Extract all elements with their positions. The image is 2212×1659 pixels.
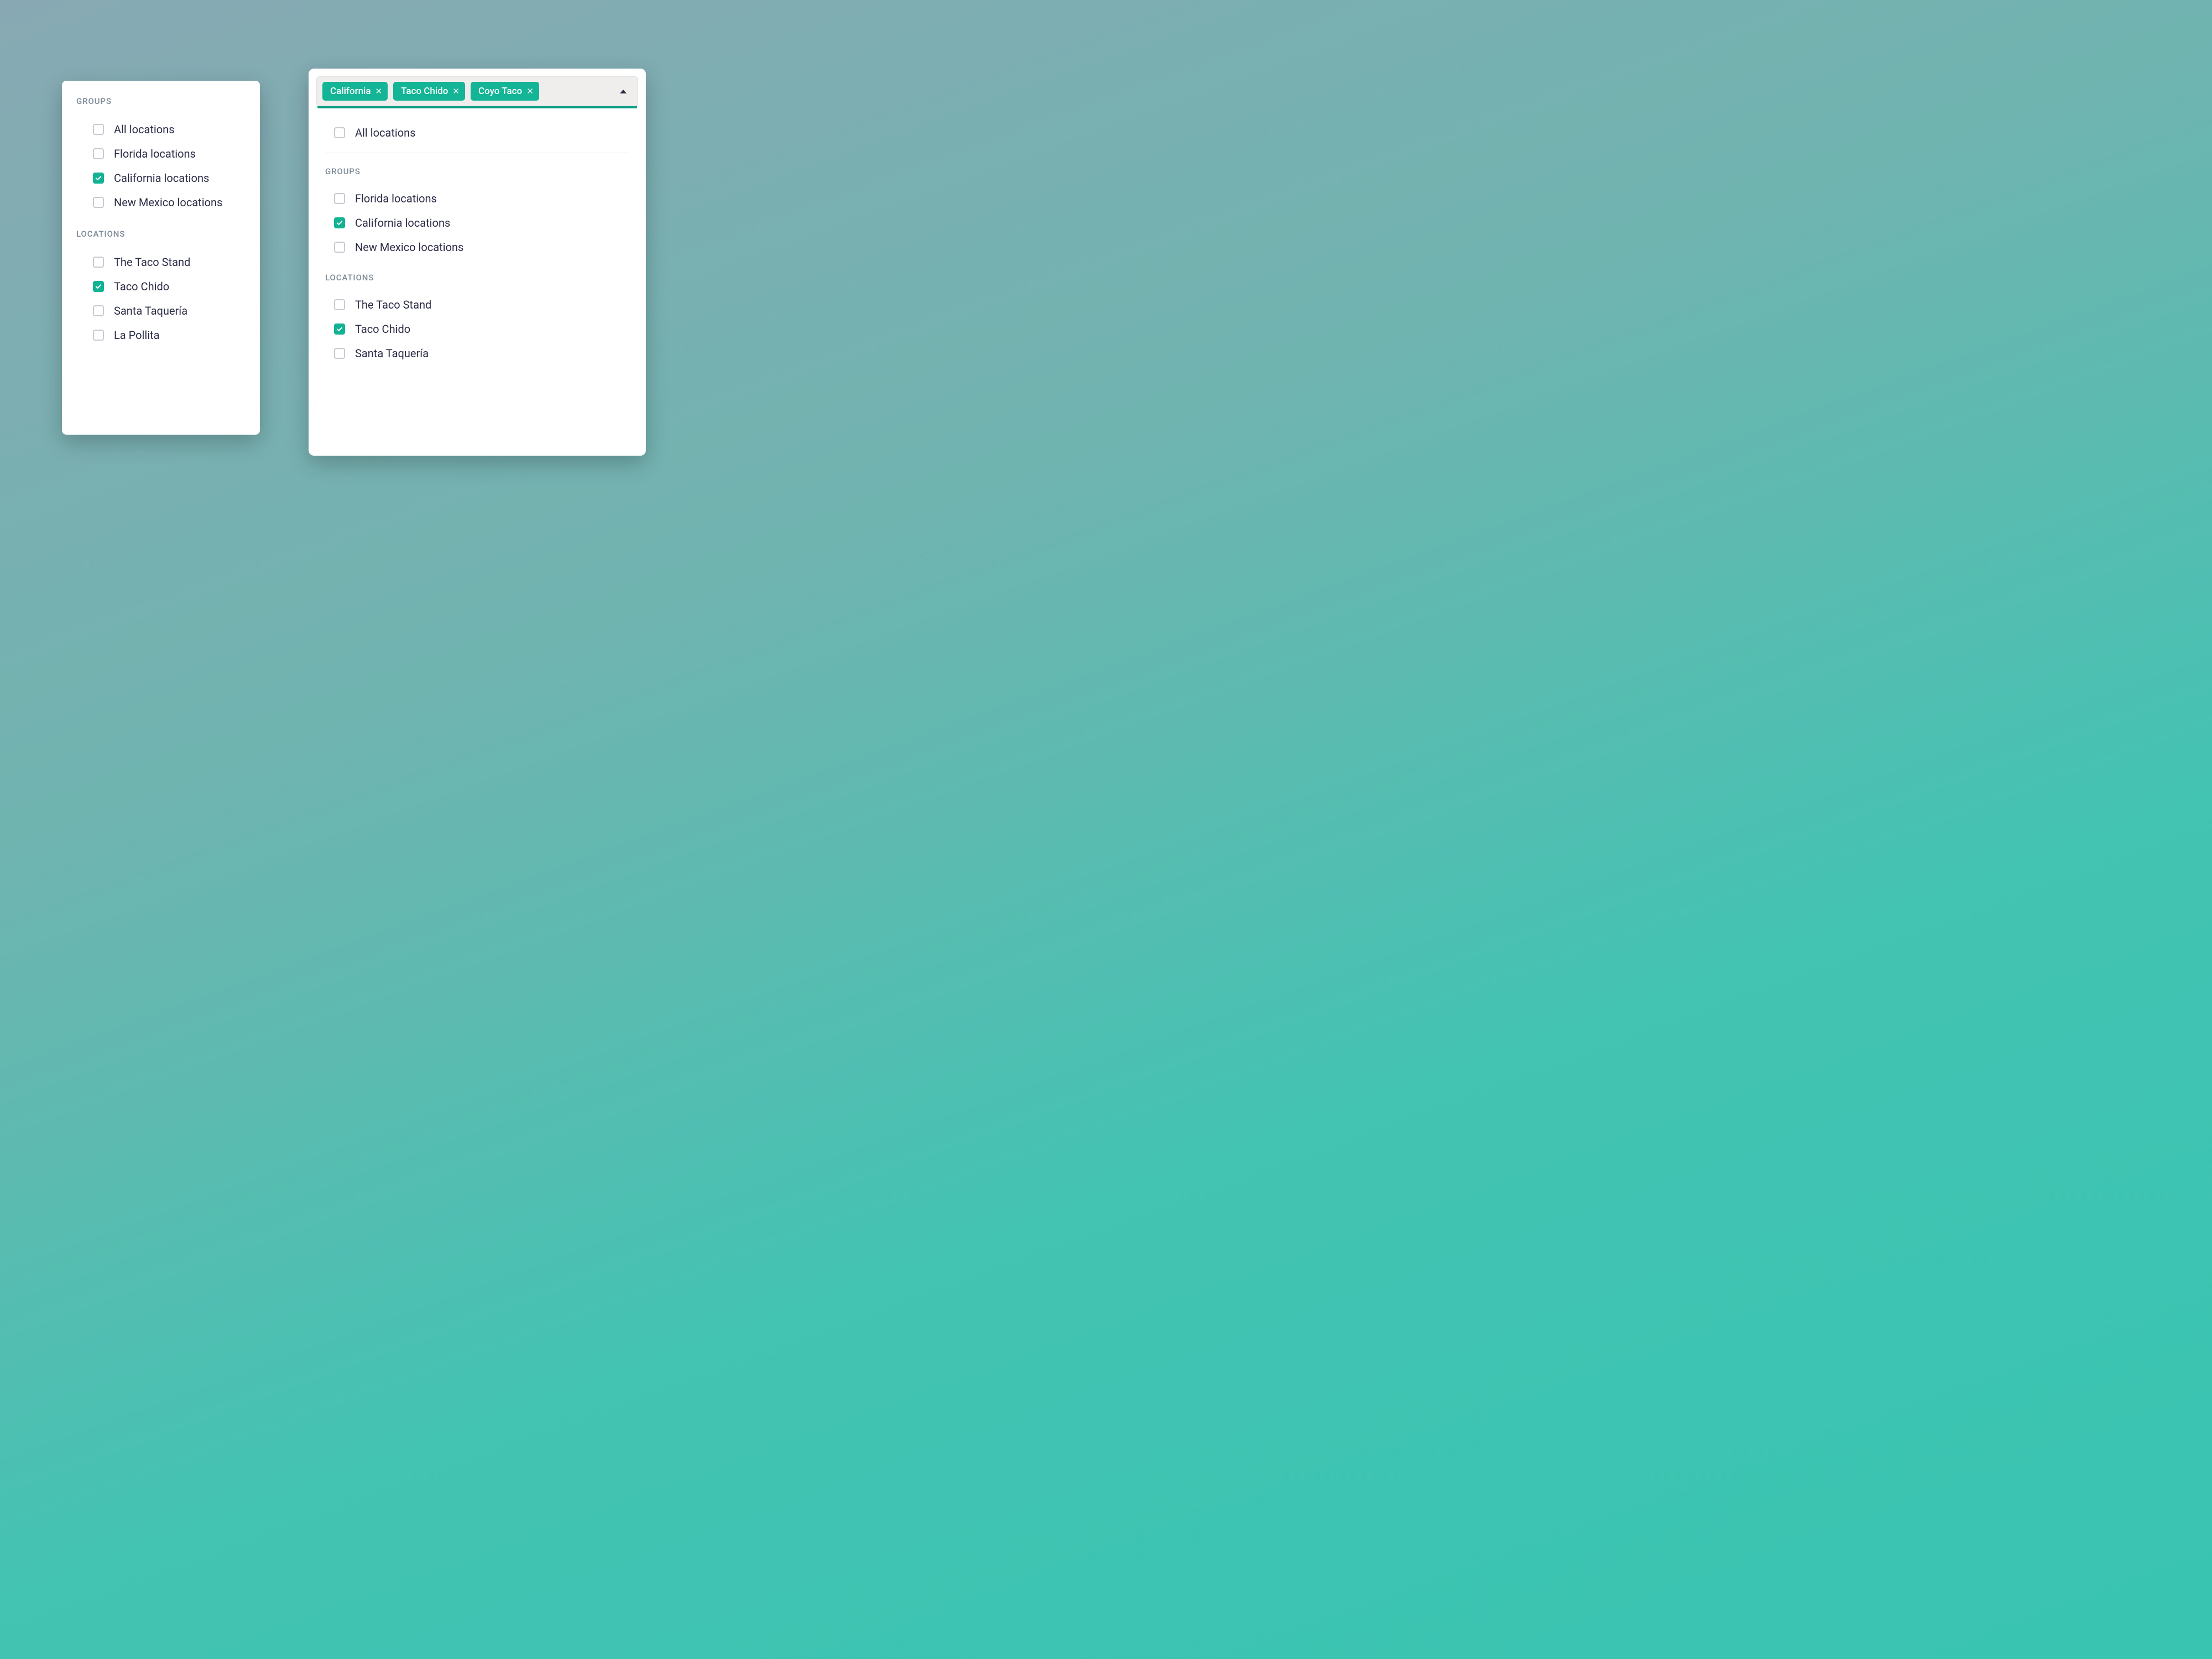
- checkbox[interactable]: [334, 324, 345, 335]
- row-label: Florida locations: [114, 147, 196, 160]
- group-row-new-mexico[interactable]: New Mexico locations: [76, 190, 247, 215]
- location-row-santa-taqueria[interactable]: Santa Taquería: [325, 341, 629, 366]
- row-label: La Pollita: [114, 328, 160, 342]
- location-row-taco-chido[interactable]: Taco Chido: [325, 317, 629, 341]
- group-row-california[interactable]: California locations: [76, 166, 247, 190]
- location-row-taco-stand[interactable]: The Taco Stand: [76, 250, 247, 274]
- checkbox[interactable]: [334, 348, 345, 359]
- checkbox[interactable]: [93, 330, 104, 341]
- checkbox[interactable]: [334, 242, 345, 253]
- chip-taco-chido[interactable]: Taco Chido ✕: [393, 82, 465, 101]
- checkbox[interactable]: [334, 193, 345, 204]
- chip-label: California: [330, 86, 371, 97]
- selection-chipbar[interactable]: California ✕ Taco Chido ✕ Coyo Taco ✕: [316, 76, 638, 106]
- location-row-la-pollita[interactable]: La Pollita: [76, 323, 247, 347]
- row-label: Santa Taquería: [355, 347, 429, 360]
- all-locations-row[interactable]: All locations: [325, 121, 629, 145]
- close-icon[interactable]: ✕: [375, 87, 383, 96]
- checkbox[interactable]: [93, 281, 104, 292]
- row-label: Santa Taquería: [114, 304, 187, 317]
- scroll-area: GROUPS All locations Florida locations C…: [76, 95, 247, 435]
- checkbox[interactable]: [334, 299, 345, 310]
- group-row-florida[interactable]: Florida locations: [325, 186, 629, 211]
- chip-label: Coyo Taco: [478, 86, 522, 97]
- chip-label: Taco Chido: [401, 86, 448, 97]
- locations-header: LOCATIONS: [76, 229, 247, 239]
- checkbox[interactable]: [93, 305, 104, 316]
- checkbox[interactable]: [93, 148, 104, 159]
- location-row-santa-taqueria[interactable]: Santa Taquería: [76, 299, 247, 323]
- groups-header: GROUPS: [76, 96, 247, 106]
- group-row-all-locations[interactable]: All locations: [76, 117, 247, 142]
- group-row-new-mexico[interactable]: New Mexico locations: [325, 235, 629, 259]
- group-row-florida[interactable]: Florida locations: [76, 142, 247, 166]
- row-label: California locations: [114, 171, 209, 185]
- row-label: Florida locations: [355, 192, 437, 205]
- row-label: New Mexico locations: [355, 241, 463, 254]
- checkbox[interactable]: [334, 127, 345, 138]
- row-label: The Taco Stand: [355, 298, 431, 311]
- row-label: New Mexico locations: [114, 196, 222, 209]
- row-label: California locations: [355, 216, 450, 229]
- location-row-taco-chido[interactable]: Taco Chido: [76, 274, 247, 299]
- row-label: The Taco Stand: [114, 255, 190, 269]
- checkbox[interactable]: [93, 173, 104, 184]
- close-icon[interactable]: ✕: [526, 87, 534, 96]
- checkbox[interactable]: [93, 124, 104, 135]
- row-label: All locations: [355, 126, 416, 139]
- filter-panel-simple: GROUPS All locations Florida locations C…: [62, 81, 260, 435]
- groups-header: GROUPS: [325, 166, 629, 176]
- close-icon[interactable]: ✕: [452, 87, 460, 96]
- caret-up-icon[interactable]: [620, 90, 627, 93]
- checkbox[interactable]: [93, 197, 104, 208]
- row-label: All locations: [114, 123, 175, 136]
- checkbox[interactable]: [334, 217, 345, 228]
- chip-coyo-taco[interactable]: Coyo Taco ✕: [471, 82, 539, 101]
- filter-panel-multiselect: California ✕ Taco Chido ✕ Coyo Taco ✕ Al…: [309, 69, 646, 456]
- location-row-taco-stand[interactable]: The Taco Stand: [325, 293, 629, 317]
- checkbox[interactable]: [93, 257, 104, 268]
- group-row-california[interactable]: California locations: [325, 211, 629, 235]
- dropdown-body: All locations GROUPS Florida locations C…: [316, 108, 638, 366]
- locations-header: LOCATIONS: [325, 273, 629, 283]
- chip-california[interactable]: California ✕: [322, 82, 388, 101]
- row-label: Taco Chido: [355, 322, 410, 336]
- row-label: Taco Chido: [114, 280, 169, 293]
